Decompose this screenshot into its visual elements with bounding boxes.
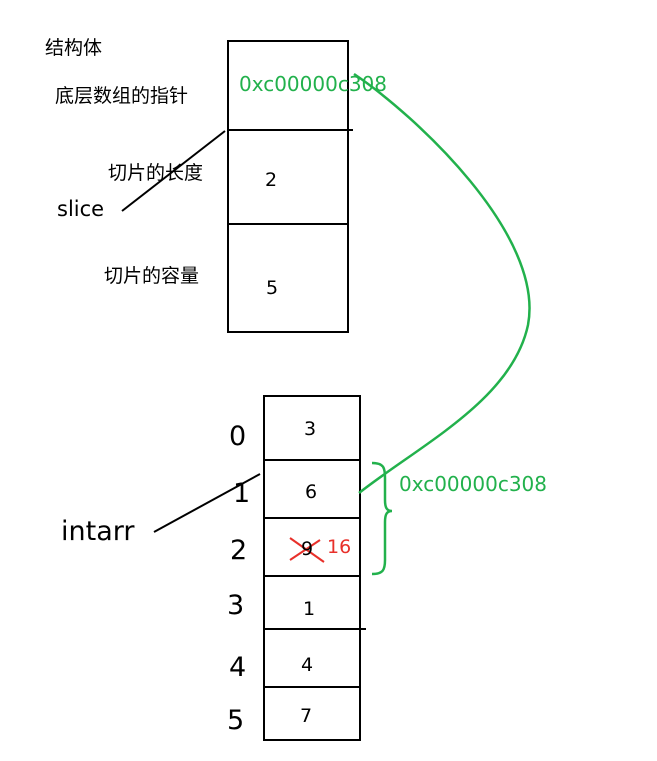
array-value-2-new: 16 [327,536,352,558]
capacity-field-value: 5 [266,277,279,299]
capacity-field-label: 切片的容量 [104,265,200,287]
array-value-3: 1 [303,598,316,620]
diagram-canvas [121,40,531,741]
array-index-4: 4 [229,652,247,683]
length-field-value: 2 [265,169,278,191]
array-index-2: 2 [230,535,248,566]
array-value-5: 7 [300,705,313,727]
length-field-label: 切片的长度 [108,162,204,184]
array-index-5: 5 [227,705,245,736]
array-value-1: 6 [305,481,318,503]
array-value-4: 4 [301,654,314,676]
pointer-curve [353,72,531,494]
slice-variable-label: slice [57,197,105,221]
array-index-3: 3 [227,590,245,621]
intarr-variable-label: intarr [61,516,135,547]
struct-title: 结构体 [45,37,103,59]
array-value-0: 3 [304,418,317,440]
pointer-field-value: 0xc00000c308 [239,72,387,96]
array-index-0: 0 [229,421,247,452]
pointer-field-label: 底层数组的指针 [55,85,189,107]
array-outline [263,395,361,741]
array-value-2-struck: 9 [301,538,314,560]
range-address-label: 0xc00000c308 [399,472,547,496]
array-index-1: 1 [233,478,251,509]
array-box [263,395,366,741]
